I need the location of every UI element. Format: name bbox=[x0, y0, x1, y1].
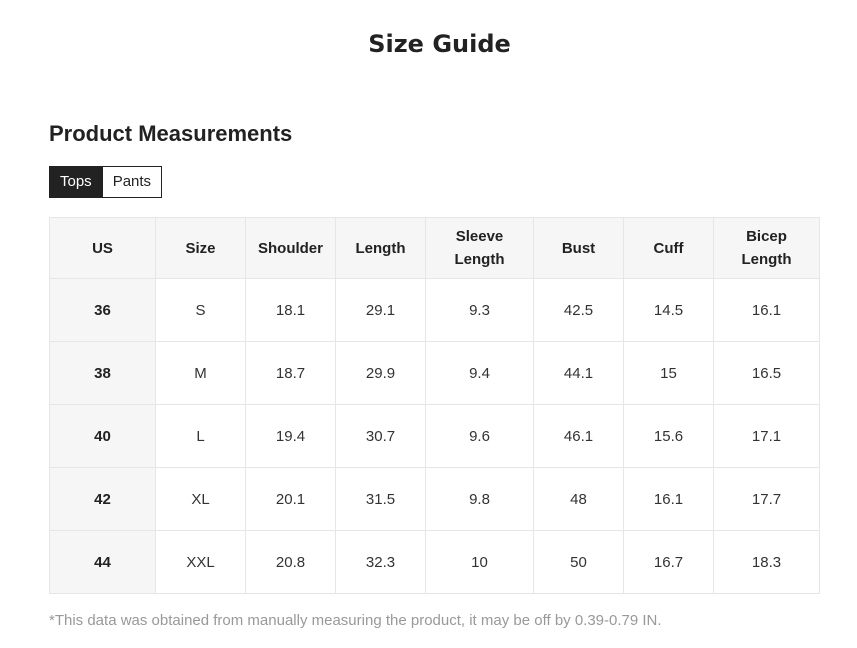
cell-sleeve-length: 9.3 bbox=[425, 278, 534, 342]
measurement-footnote: *This data was obtained from manually me… bbox=[49, 612, 662, 629]
header-sleeve-length: Sleeve Length bbox=[425, 217, 534, 279]
cell-length: 30.7 bbox=[335, 404, 426, 468]
header-label: Length bbox=[454, 251, 505, 268]
table-row: 44 XXL 20.8 32.3 10 50 16.7 18.3 bbox=[49, 530, 820, 594]
cell-bicep-length: 17.7 bbox=[713, 467, 820, 531]
header-label: US bbox=[92, 239, 113, 257]
table-row: 40 L 19.4 30.7 9.6 46.1 15.6 17.1 bbox=[49, 404, 820, 468]
header-size: Size bbox=[155, 217, 246, 279]
header-bust: Bust bbox=[533, 217, 624, 279]
size-table: US Size Shoulder Length Sleeve Length Bust Cuff… bbox=[49, 217, 820, 594]
cell-cuff: 15 bbox=[623, 341, 714, 405]
cell-length: 32.3 bbox=[335, 530, 426, 594]
cell-sleeve-length: 10 bbox=[425, 530, 534, 594]
cell-us: 38 bbox=[49, 341, 156, 405]
cell-us: 44 bbox=[49, 530, 156, 594]
cell-length: 29.9 bbox=[335, 341, 426, 405]
cell-size: S bbox=[155, 278, 246, 342]
cell-length: 31.5 bbox=[335, 467, 426, 531]
cell-size: M bbox=[155, 341, 246, 405]
cell-bust: 50 bbox=[533, 530, 624, 594]
header-row: US Size Shoulder Length Sleeve Length Bust Cuff… bbox=[49, 217, 820, 279]
header-us: US bbox=[49, 217, 156, 279]
header-length: Length bbox=[335, 217, 426, 279]
table-body: 36 S 18.1 29.1 9.3 42.5 14.5 16.1 38 M 18.7 29.9 9.4… bbox=[49, 278, 820, 594]
cell-shoulder: 20.8 bbox=[245, 530, 336, 594]
header-label: Length bbox=[741, 251, 792, 268]
header-label: Cuff bbox=[653, 239, 684, 257]
tab-tops[interactable]: Tops bbox=[49, 166, 103, 198]
cell-bicep-length: 18.3 bbox=[713, 530, 820, 594]
table-row: 38 M 18.7 29.9 9.4 44.1 15 16.5 bbox=[49, 341, 820, 405]
cell-bust: 46.1 bbox=[533, 404, 624, 468]
cell-shoulder: 18.1 bbox=[245, 278, 336, 342]
cell-bust: 44.1 bbox=[533, 341, 624, 405]
header-label: Bust bbox=[561, 239, 596, 257]
header-label: Sleeve bbox=[455, 228, 504, 245]
cell-bicep-length: 17.1 bbox=[713, 404, 820, 468]
header-label: Bicep bbox=[746, 228, 787, 245]
header-label: Size bbox=[185, 239, 216, 257]
cell-bicep-length: 16.1 bbox=[713, 278, 820, 342]
table-row: 36 S 18.1 29.1 9.3 42.5 14.5 16.1 bbox=[49, 278, 820, 342]
table-header: US Size Shoulder Length Sleeve Length Bust Cuff… bbox=[49, 217, 820, 279]
cell-bust: 48 bbox=[533, 467, 624, 531]
header-bicep-length: Bicep Length bbox=[713, 217, 820, 279]
cell-size: XL bbox=[155, 467, 246, 531]
cell-sleeve-length: 9.4 bbox=[425, 341, 534, 405]
cell-sleeve-length: 9.6 bbox=[425, 404, 534, 468]
cell-us: 42 bbox=[49, 467, 156, 531]
cell-length: 29.1 bbox=[335, 278, 426, 342]
cell-shoulder: 20.1 bbox=[245, 467, 336, 531]
header-cuff: Cuff bbox=[623, 217, 714, 279]
table-row: 42 XL 20.1 31.5 9.8 48 16.1 17.7 bbox=[49, 467, 820, 531]
cell-cuff: 14.5 bbox=[623, 278, 714, 342]
cell-shoulder: 18.7 bbox=[245, 341, 336, 405]
cell-bust: 42.5 bbox=[533, 278, 624, 342]
section-title: Product Measurements bbox=[49, 121, 293, 146]
page-title: Size Guide bbox=[368, 30, 511, 58]
cell-bicep-length: 16.5 bbox=[713, 341, 820, 405]
category-tabs: Tops Pants bbox=[49, 166, 163, 198]
cell-shoulder: 19.4 bbox=[245, 404, 336, 468]
cell-cuff: 16.1 bbox=[623, 467, 714, 531]
tab-pants[interactable]: Pants bbox=[102, 166, 163, 198]
cell-cuff: 15.6 bbox=[623, 404, 714, 468]
cell-cuff: 16.7 bbox=[623, 530, 714, 594]
cell-size: XXL bbox=[155, 530, 246, 594]
cell-size: L bbox=[155, 404, 246, 468]
cell-us: 40 bbox=[49, 404, 156, 468]
cell-sleeve-length: 9.8 bbox=[425, 467, 534, 531]
header-label: Length bbox=[355, 239, 406, 257]
header-label: Shoulder bbox=[257, 239, 323, 257]
header-shoulder: Shoulder bbox=[245, 217, 336, 279]
cell-us: 36 bbox=[49, 278, 156, 342]
